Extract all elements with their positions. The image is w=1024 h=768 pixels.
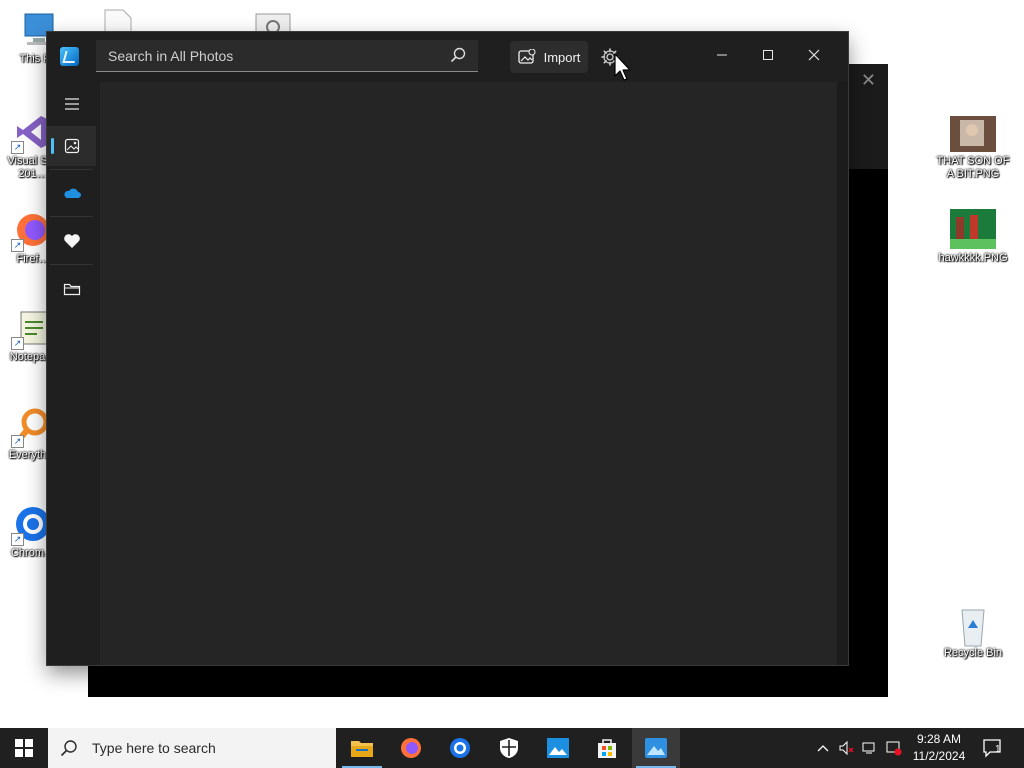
show-hidden-icons-chevron-icon[interactable] <box>815 740 831 756</box>
taskbar-app-chrome[interactable] <box>436 728 484 768</box>
shortcut-arrow-icon: ↗ <box>11 239 24 252</box>
import-button[interactable]: Import <box>510 41 588 73</box>
notification-center-button[interactable]: 1 <box>982 738 1004 758</box>
nav-separator <box>50 264 93 265</box>
firefox-icon <box>401 738 421 758</box>
photos-content-area <box>100 82 837 665</box>
file-explorer-icon <box>351 741 373 757</box>
maximize-button[interactable] <box>745 40 791 70</box>
desktop-icon-label: THAT SON OF A BIT.PNG <box>936 155 1010 180</box>
network-icon[interactable] <box>862 740 878 756</box>
navigation-rail <box>47 82 96 665</box>
shortcut-arrow-icon: ↗ <box>11 435 24 448</box>
favorites-heart-icon <box>63 234 80 248</box>
taskbar-search-box[interactable] <box>48 728 336 768</box>
minimize-icon <box>717 54 727 56</box>
search-box[interactable] <box>96 40 478 72</box>
taskbar-app-firefox[interactable] <box>387 728 435 768</box>
close-button[interactable] <box>791 40 837 70</box>
photos-app-window: Import <box>47 32 848 665</box>
nav-item-folders[interactable] <box>47 269 96 309</box>
nav-menu-button[interactable] <box>47 84 96 124</box>
desktop-icon-label: Recycle Bin <box>943 647 1003 659</box>
shortcut-arrow-icon: ↗ <box>11 337 24 350</box>
image-thumbnail-icon <box>950 209 996 249</box>
desktop-icon-image-file[interactable]: THAT SON OF A BIT.PNG <box>936 116 1010 181</box>
recycle-bin-icon <box>953 604 993 647</box>
taskbar-app-photo-viewer[interactable] <box>534 728 582 768</box>
search-icon <box>60 740 77 757</box>
search-input[interactable] <box>106 40 440 72</box>
nav-separator <box>50 169 93 170</box>
import-label: Import <box>543 49 581 65</box>
start-button[interactable] <box>0 728 48 768</box>
mouse-cursor-icon <box>614 53 631 81</box>
minimize-button[interactable] <box>699 40 745 70</box>
import-icon <box>517 49 536 64</box>
photos-viewer-icon <box>547 738 569 758</box>
search-icon[interactable] <box>450 47 466 63</box>
system-clock[interactable]: 9:28 AM 11/2/2024 <box>906 731 972 765</box>
image-thumbnail-icon <box>950 116 996 152</box>
nav-item-all-photos[interactable] <box>47 126 96 166</box>
title-bar: Import <box>47 32 848 82</box>
taskbar-app-store[interactable] <box>583 728 631 768</box>
desktop-icon-recycle-bin[interactable]: Recycle Bin <box>936 604 1010 660</box>
photos-app-icon <box>645 738 667 758</box>
nav-item-onedrive[interactable] <box>47 173 96 213</box>
onedrive-cloud-icon <box>63 188 81 198</box>
desktop-icon-label: hawkkkk.PNG <box>938 252 1008 264</box>
notification-count: 1 <box>995 744 1001 755</box>
close-icon <box>808 49 820 61</box>
content-edge <box>837 82 848 665</box>
all-photos-icon <box>64 138 79 154</box>
chrome-icon <box>450 738 470 758</box>
clock-time: 9:28 AM <box>916 732 962 746</box>
hamburger-menu-icon <box>64 98 79 110</box>
maximize-icon <box>763 50 773 60</box>
background-window-close-button[interactable]: ✕ <box>861 70 876 91</box>
windows-logo-icon <box>15 739 33 757</box>
volume-muted-icon[interactable] <box>838 740 854 756</box>
security-shield-icon <box>500 738 518 758</box>
taskbar-app-file-explorer[interactable] <box>338 728 386 768</box>
nav-separator <box>50 216 93 217</box>
microsoft-store-icon <box>598 739 616 758</box>
taskbar-search-input[interactable] <box>90 739 324 757</box>
security-alert-icon[interactable] <box>886 740 902 756</box>
shortcut-arrow-icon: ↗ <box>11 141 24 154</box>
nav-item-favorites[interactable] <box>47 221 96 261</box>
shortcut-arrow-icon: ↗ <box>11 533 24 546</box>
desktop-icon-hawk-file[interactable]: hawkkkk.PNG <box>936 209 1010 265</box>
taskbar-app-security[interactable] <box>485 728 533 768</box>
taskbar: 9:28 AM 11/2/2024 1 <box>0 728 1024 768</box>
clock-date: 11/2/2024 <box>912 749 966 763</box>
taskbar-app-photos[interactable] <box>632 728 680 768</box>
folders-icon <box>63 283 80 296</box>
photos-app-logo-icon <box>60 47 79 66</box>
